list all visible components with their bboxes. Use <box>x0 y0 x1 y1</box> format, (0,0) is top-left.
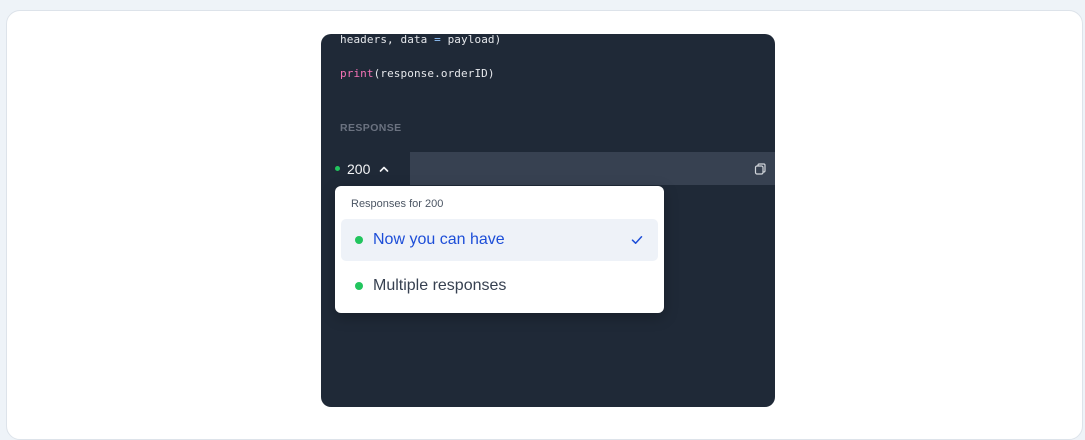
dropdown-header: Responses for 200 <box>351 198 444 210</box>
code-line-1: headers, data = payload) <box>340 34 501 46</box>
option-status-dot <box>355 282 363 290</box>
response-section-label: RESPONSE <box>340 122 402 134</box>
code-function: print <box>340 67 374 80</box>
code-operator: = <box>434 34 441 46</box>
status-dot <box>335 166 340 171</box>
option-label: Multiple responses <box>373 277 507 294</box>
status-code-toggle[interactable]: 200 <box>321 152 410 185</box>
response-status-bar: 200 <box>321 152 775 185</box>
copy-icon[interactable] <box>753 162 767 176</box>
code-call-args: (response.orderID) <box>373 67 495 80</box>
response-option-1[interactable]: Now you can have <box>341 219 658 261</box>
code-args: headers, data <box>340 34 435 46</box>
chevron-up-icon <box>380 166 389 172</box>
check-icon <box>631 236 643 244</box>
option-status-dot <box>355 236 363 244</box>
code-line-2: print(response.orderID) <box>340 67 495 80</box>
status-code: 200 <box>347 160 371 177</box>
response-option-2[interactable]: Multiple responses <box>341 265 658 307</box>
option-label: Now you can have <box>373 231 505 248</box>
code-args-rest: payload) <box>440 34 502 46</box>
responses-dropdown: Responses for 200 Now you can have Multi… <box>335 186 664 313</box>
